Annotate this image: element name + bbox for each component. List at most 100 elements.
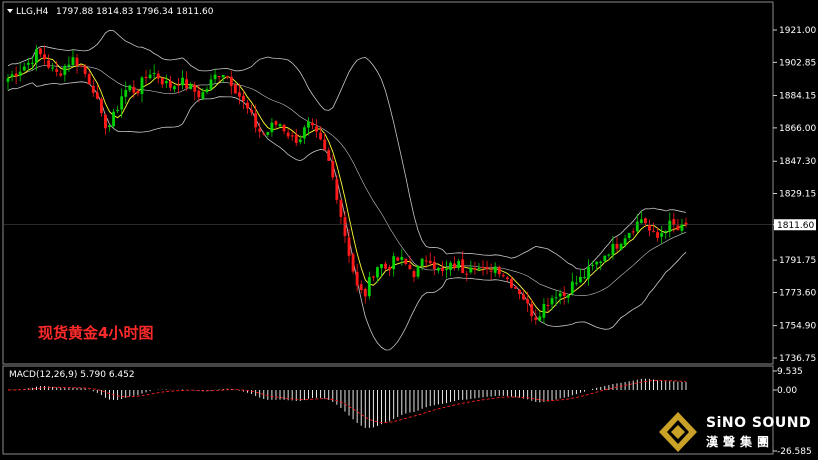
candle-body	[307, 121, 310, 128]
candle-body	[530, 303, 534, 317]
candle-body	[505, 277, 509, 280]
candle-body	[108, 125, 111, 128]
candle-body	[205, 89, 209, 93]
candle-body	[124, 90, 128, 97]
trading-chart-window[interactable]: 1921.00 1902.85 1884.15 1866.00 1847.30 1829.…	[0, 0, 818, 460]
candle-body	[445, 269, 448, 271]
ohlc-values: 1797.88 1814.83 1796.34 1811.60	[56, 7, 214, 17]
candle-body	[489, 270, 493, 272]
candle-body	[185, 79, 189, 89]
candle-body	[579, 276, 582, 283]
candle-body	[6, 78, 10, 82]
candle-body	[660, 232, 664, 237]
candle-body	[99, 99, 103, 114]
candle-body	[266, 132, 270, 135]
candle-body	[237, 92, 241, 97]
candle-body	[67, 64, 71, 67]
candle-body	[583, 277, 586, 279]
candle-body	[432, 261, 436, 269]
candle-body	[591, 265, 595, 267]
candle-body	[225, 76, 229, 78]
candle-body	[392, 256, 396, 270]
chart-annotation-title: 现货黄金4小时图	[38, 324, 153, 342]
candle-body	[477, 268, 481, 270]
candle-body	[359, 284, 363, 290]
candle-body	[278, 124, 282, 127]
candle-body	[538, 316, 542, 321]
candle-body	[26, 62, 30, 65]
candle-body	[229, 76, 233, 87]
candle-body	[485, 267, 489, 270]
candle-body	[213, 74, 217, 80]
candle-body	[270, 122, 274, 133]
candle-body	[534, 317, 538, 320]
candle-body	[258, 128, 262, 132]
candle-body	[396, 257, 400, 261]
candle-body	[30, 62, 34, 64]
candle-body	[87, 73, 91, 85]
candle-body	[371, 276, 375, 278]
candle-body	[554, 297, 558, 299]
candle-body	[136, 91, 140, 94]
candle-body	[510, 279, 513, 288]
candle-body	[574, 282, 578, 284]
candle-body	[335, 179, 339, 200]
candle-body	[440, 267, 444, 272]
current-price-label: 1811.60	[777, 221, 814, 231]
candle-body	[181, 77, 184, 86]
candle-body	[193, 84, 197, 92]
candle-body	[607, 254, 611, 256]
candle-body	[47, 60, 51, 68]
candle-body	[59, 73, 63, 76]
candle-body	[189, 84, 193, 90]
candle-body	[424, 260, 428, 262]
candle-body	[428, 260, 432, 264]
candle-body	[160, 78, 164, 85]
candle-body	[380, 264, 383, 269]
candle-body	[343, 217, 347, 237]
candle-body	[120, 96, 124, 110]
candle-body	[246, 102, 249, 109]
macd-indicator-label: MACD(12,26,9) 5.790 6.452	[9, 370, 135, 380]
candle-body	[542, 303, 546, 318]
candle-body	[648, 224, 651, 231]
candle-body	[355, 271, 359, 286]
candle-body	[497, 266, 501, 275]
price-axis-tick-label: 1736.75	[779, 354, 816, 364]
candle-body	[493, 266, 497, 273]
candle-body	[302, 127, 306, 139]
candle-body	[319, 132, 323, 140]
candle-body	[518, 289, 521, 295]
candle-body	[233, 84, 237, 94]
candle-body	[22, 66, 26, 71]
candle-body	[420, 258, 424, 266]
candle-body	[116, 109, 120, 111]
candle-body	[152, 73, 156, 75]
candle-body	[148, 74, 152, 79]
candle-body	[282, 124, 286, 132]
candle-body	[311, 122, 314, 126]
candle-body	[83, 66, 87, 75]
candle-body	[128, 85, 132, 91]
candle-body	[164, 81, 168, 84]
candle-body	[465, 273, 469, 275]
candle-body	[294, 134, 298, 143]
candle-body	[408, 264, 412, 270]
candle-body	[91, 86, 95, 93]
candle-body	[469, 267, 473, 273]
candle-body	[404, 258, 408, 265]
candle-body	[327, 150, 331, 161]
macd-axis-tick: -26.585	[777, 447, 812, 457]
candle-body	[168, 81, 172, 88]
chart-background	[0, 0, 818, 460]
candle-body	[384, 263, 387, 269]
chart-header: LLG,H4 1797.88 1814.83 1796.34 1811.60	[7, 7, 214, 17]
candle-body	[290, 135, 294, 137]
candle-body	[363, 288, 367, 297]
candle-body	[104, 114, 107, 129]
candle-body	[274, 121, 278, 125]
candle-body	[473, 268, 477, 270]
candle-body	[39, 48, 42, 55]
candle-body	[680, 224, 684, 231]
candle-body	[481, 266, 485, 268]
